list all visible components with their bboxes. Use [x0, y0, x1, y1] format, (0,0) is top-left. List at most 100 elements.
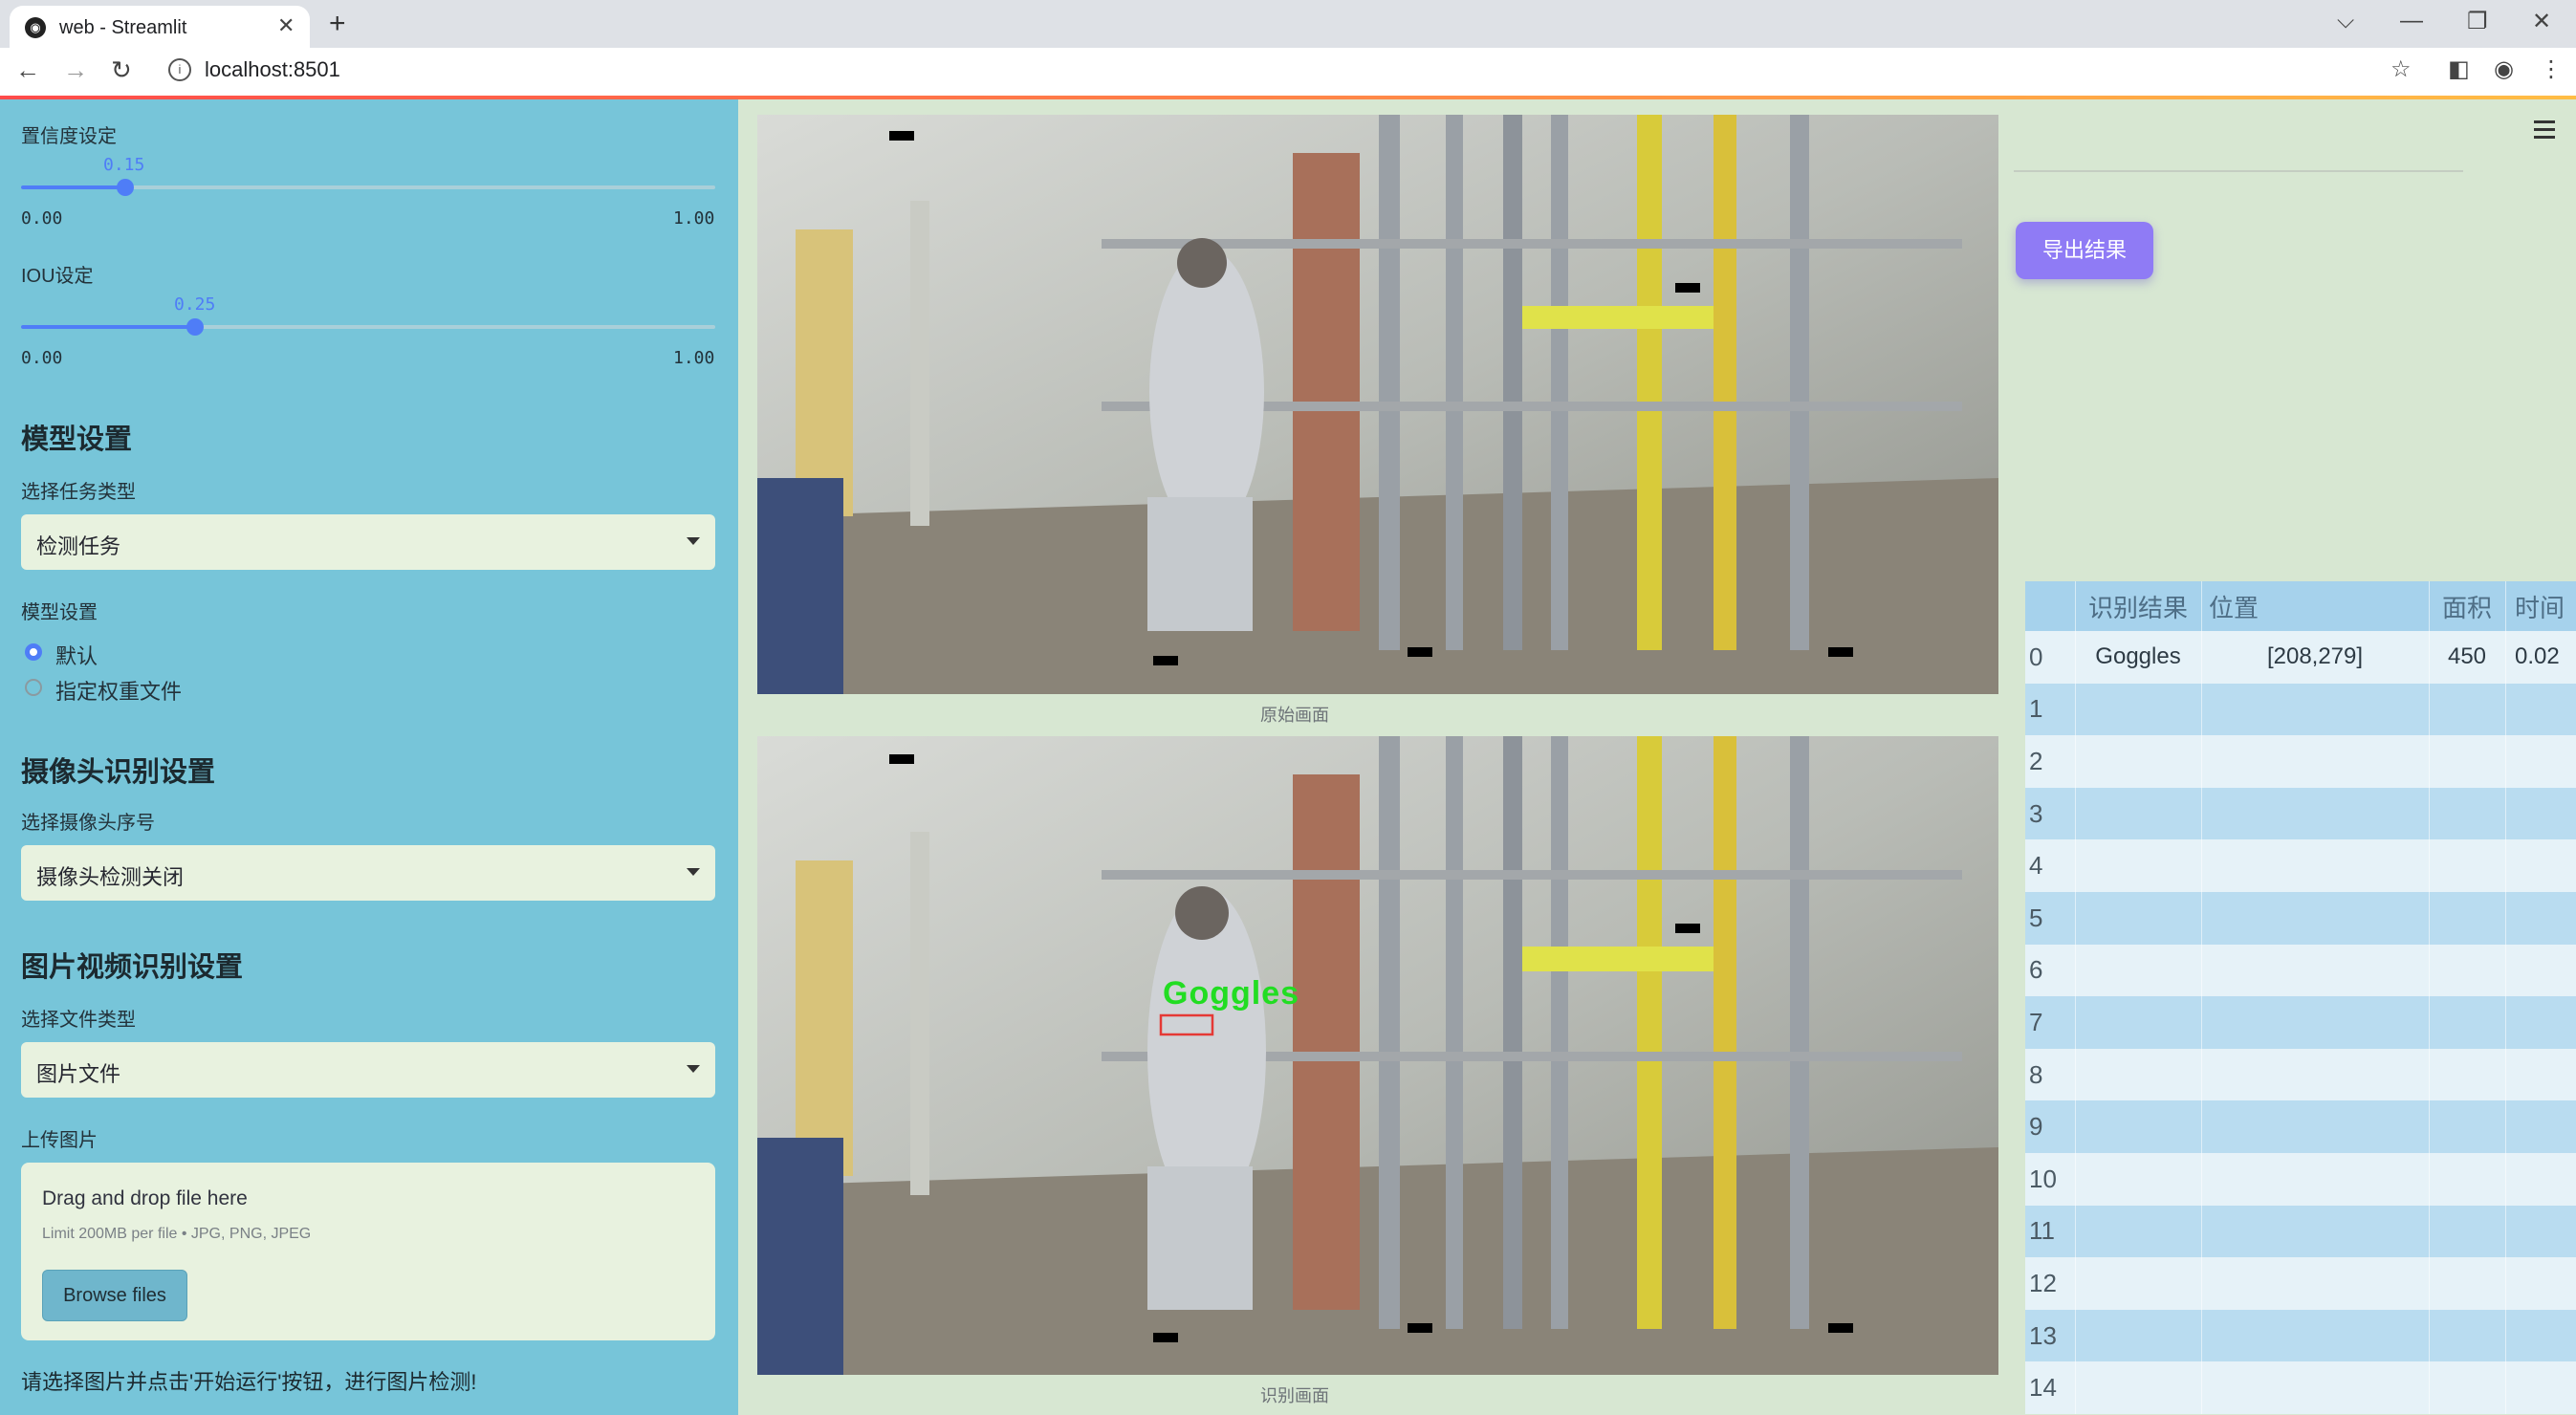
cell-area[interactable] — [2429, 1310, 2505, 1362]
confidence-slider-thumb[interactable] — [116, 179, 134, 196]
cell-area[interactable] — [2429, 1153, 2505, 1206]
cell-time[interactable] — [2505, 1100, 2576, 1153]
cell-time[interactable] — [2505, 945, 2576, 997]
header-area[interactable]: 面积 — [2429, 581, 2505, 631]
radio-custom-weights[interactable] — [25, 679, 42, 696]
cell-position[interactable] — [2201, 1361, 2429, 1414]
row-index[interactable]: 2 — [2025, 735, 2079, 788]
cell-area[interactable] — [2429, 735, 2505, 788]
cell-position[interactable] — [2201, 996, 2429, 1049]
bookmark-star-icon[interactable]: ☆ — [2390, 55, 2412, 83]
cell-area[interactable] — [2429, 788, 2505, 840]
header-time[interactable]: 时间 — [2505, 581, 2576, 631]
cell-position[interactable] — [2201, 788, 2429, 840]
cell-position[interactable] — [2201, 892, 2429, 945]
new-tab-icon[interactable]: + — [329, 8, 346, 40]
table-row[interactable]: 5 — [2025, 891, 2576, 945]
browser-menu-icon[interactable]: ⋮ — [2540, 55, 2563, 83]
row-index[interactable]: 3 — [2025, 788, 2079, 840]
radio-default-label[interactable]: 默认 — [55, 640, 98, 670]
table-row[interactable]: 7 — [2025, 996, 2576, 1049]
cell-position[interactable] — [2201, 1257, 2429, 1310]
cell-position[interactable] — [2201, 1153, 2429, 1206]
cell-time[interactable]: 0.02 — [2505, 631, 2576, 684]
row-index[interactable]: 1 — [2025, 684, 2079, 736]
cell-time[interactable] — [2505, 1153, 2576, 1206]
table-row[interactable]: 2 — [2025, 735, 2576, 788]
cell-area[interactable] — [2429, 996, 2505, 1049]
cell-area[interactable] — [2429, 945, 2505, 997]
table-row[interactable]: 13 — [2025, 1309, 2576, 1362]
forward-icon[interactable]: → — [63, 55, 88, 85]
cell-area[interactable] — [2429, 892, 2505, 945]
cell-time[interactable] — [2505, 684, 2576, 736]
side-panel-icon[interactable]: ◧ — [2448, 55, 2470, 83]
site-info-icon[interactable]: i — [168, 58, 191, 81]
header-result[interactable]: 识别结果 — [2075, 581, 2201, 631]
cell-time[interactable] — [2505, 1049, 2576, 1101]
cell-time[interactable] — [2505, 788, 2576, 840]
profile-avatar-icon[interactable]: ◉ — [2494, 55, 2514, 83]
cell-area[interactable] — [2429, 1257, 2505, 1310]
row-index[interactable]: 6 — [2025, 945, 2079, 997]
minimize-icon[interactable]: — — [2400, 8, 2423, 34]
cell-area[interactable] — [2429, 1206, 2505, 1258]
radio-default[interactable] — [25, 643, 42, 661]
task-type-select[interactable]: 检测任务 — [21, 514, 715, 570]
cell-result[interactable] — [2075, 1100, 2201, 1153]
url-field[interactable]: localhost:8501 — [205, 57, 340, 82]
cell-result[interactable] — [2075, 996, 2201, 1049]
table-row[interactable]: 10 — [2025, 1152, 2576, 1206]
restore-icon[interactable]: ❐ — [2467, 8, 2488, 35]
file-dropzone[interactable]: Drag and drop file here Limit 200MB per … — [21, 1163, 715, 1340]
row-index[interactable]: 4 — [2025, 839, 2079, 892]
cell-time[interactable] — [2505, 735, 2576, 788]
hamburger-menu-icon[interactable] — [2534, 120, 2555, 143]
header-position[interactable]: 位置 — [2201, 581, 2436, 631]
cell-area[interactable] — [2429, 839, 2505, 892]
cell-time[interactable] — [2505, 1206, 2576, 1258]
row-index[interactable]: 10 — [2025, 1153, 2079, 1206]
cell-area[interactable] — [2429, 684, 2505, 736]
table-row[interactable]: 6 — [2025, 944, 2576, 997]
table-row[interactable]: 0 Goggles [208,279] 450 0.02 — [2025, 631, 2576, 684]
cell-position[interactable] — [2201, 839, 2429, 892]
cell-result[interactable] — [2075, 839, 2201, 892]
row-index[interactable]: 12 — [2025, 1257, 2079, 1310]
table-row[interactable]: 11 — [2025, 1205, 2576, 1258]
iou-slider-thumb[interactable] — [186, 318, 204, 336]
cell-result[interactable] — [2075, 684, 2201, 736]
row-index[interactable]: 7 — [2025, 996, 2079, 1049]
row-index[interactable]: 14 — [2025, 1361, 2079, 1414]
table-row[interactable]: 4 — [2025, 839, 2576, 892]
back-icon[interactable]: ← — [15, 55, 40, 85]
cell-time[interactable] — [2505, 839, 2576, 892]
table-row[interactable]: 14 — [2025, 1361, 2576, 1414]
cell-time[interactable] — [2505, 996, 2576, 1049]
row-index[interactable]: 0 — [2025, 631, 2079, 684]
table-row[interactable]: 8 — [2025, 1048, 2576, 1101]
cell-area[interactable] — [2429, 1049, 2505, 1101]
cell-position[interactable] — [2201, 735, 2429, 788]
camera-index-select[interactable]: 摄像头检测关闭 — [21, 845, 715, 901]
cell-result[interactable] — [2075, 1257, 2201, 1310]
cell-result[interactable] — [2075, 1206, 2201, 1258]
cell-result[interactable] — [2075, 735, 2201, 788]
cell-position[interactable] — [2201, 1100, 2429, 1153]
row-index[interactable]: 13 — [2025, 1310, 2079, 1362]
row-index[interactable]: 8 — [2025, 1049, 2079, 1101]
cell-result[interactable] — [2075, 1153, 2201, 1206]
file-type-select[interactable]: 图片文件 — [21, 1042, 715, 1098]
cell-area[interactable] — [2429, 1361, 2505, 1414]
cell-result[interactable] — [2075, 945, 2201, 997]
reload-icon[interactable]: ↻ — [111, 55, 132, 85]
cell-result[interactable] — [2075, 1310, 2201, 1362]
browser-tab[interactable]: ◉ web - Streamlit ✕ — [10, 6, 310, 48]
cell-position[interactable] — [2201, 945, 2429, 997]
cell-position[interactable] — [2201, 1310, 2429, 1362]
close-tab-icon[interactable]: ✕ — [277, 13, 295, 38]
radio-custom-weights-label[interactable]: 指定权重文件 — [55, 675, 182, 706]
tab-search-chevron-icon[interactable]: ⌵ — [2337, 8, 2354, 34]
export-results-button[interactable]: 导出结果 — [2016, 222, 2153, 279]
table-row[interactable]: 3 — [2025, 787, 2576, 840]
